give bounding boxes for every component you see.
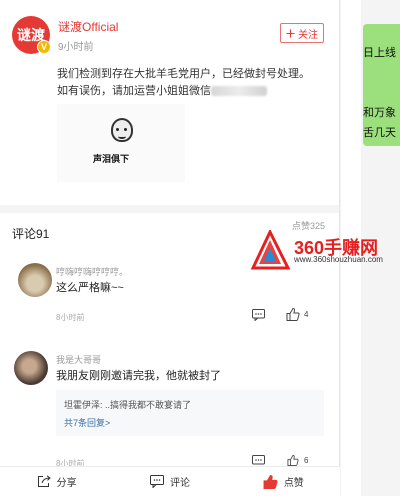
share-label: 分享	[56, 478, 77, 489]
reply-preview-text: 坦霍伊泽: ..搞得我都不敢宴请了	[64, 400, 192, 410]
watermark: 360手赚网 www.360shouzhuan.com	[250, 228, 400, 270]
commenter-name[interactable]: 我是大哥哥	[56, 353, 101, 366]
watermark-url: www.360shouzhuan.com	[294, 255, 383, 264]
like-button[interactable]: 6	[286, 455, 308, 466]
like-button[interactable]: 4	[286, 308, 308, 321]
blurred-wechat-id	[211, 86, 267, 97]
comment-icon	[149, 475, 164, 488]
comment-text: 这么严格嘛~~	[56, 282, 124, 294]
crying-face-icon	[111, 118, 133, 142]
comment-text: 我朋友刚刚邀请完我，他就被封了	[56, 370, 221, 382]
like-post-button[interactable]: 点赞	[227, 467, 340, 496]
author-name[interactable]: 谜渡Official	[58, 18, 118, 35]
share-icon	[37, 475, 51, 487]
360-logo-icon	[250, 230, 291, 270]
reply-button[interactable]	[252, 309, 265, 321]
commenter-avatar[interactable]	[18, 263, 52, 297]
comment-label: 评论	[169, 478, 190, 489]
like-count: 4	[304, 310, 309, 319]
follow-label: 关注	[298, 29, 318, 41]
view-replies-link[interactable]: 共7条回复>	[64, 416, 110, 429]
reply-preview-box[interactable]: 坦霍伊泽: ..搞得我都不敢宴请了 共7条回复>	[56, 390, 324, 436]
bottom-action-bar: 分享 评论 点赞	[0, 466, 340, 496]
comment-time: 8小时前	[56, 313, 85, 322]
post-time: 9小时前	[58, 42, 94, 53]
meme-image[interactable]: 声泪俱下	[57, 104, 185, 182]
green-text-line1: 日上线	[363, 47, 396, 59]
thumbs-up-icon	[286, 308, 300, 321]
thumbs-up-filled-icon	[263, 474, 278, 489]
green-text-line2: 和万象	[363, 107, 396, 119]
comment-icon	[252, 309, 265, 321]
plus-icon	[286, 29, 295, 37]
like-label: 点赞	[283, 478, 304, 489]
verified-badge-icon: V	[37, 40, 51, 54]
post-text-line2: 如有误伤，请加运营小姐姐微信	[57, 85, 211, 97]
post-body: 我们检测到存在大批羊毛党用户，已经做封号处理。 如有误伤，请加运营小姐姐微信	[57, 66, 337, 100]
green-message-card[interactable]: 日上线 和万象 舌几天	[363, 24, 400, 146]
like-count: 6	[304, 456, 309, 465]
thumbs-up-icon	[287, 455, 299, 466]
share-button[interactable]: 分享	[0, 467, 113, 496]
green-text-line3: 舌几天	[363, 127, 396, 139]
post-text-line1: 我们检测到存在大批羊毛党用户，已经做封号处理。	[57, 68, 310, 80]
section-divider	[0, 205, 339, 213]
commenter-avatar[interactable]	[14, 351, 48, 385]
comment-button[interactable]: 评论	[113, 467, 226, 496]
meme-caption: 声泪俱下	[93, 154, 130, 164]
comments-title[interactable]: 评论91	[12, 225, 49, 242]
post-card: 谜渡 V 谜渡Official 9小时前 关注 我们检测到存在大批羊毛党用户，已…	[0, 0, 339, 205]
commenter-name[interactable]: 哼嗨哼嗨哼哼哼。	[56, 265, 128, 278]
follow-button[interactable]: 关注	[280, 23, 324, 43]
